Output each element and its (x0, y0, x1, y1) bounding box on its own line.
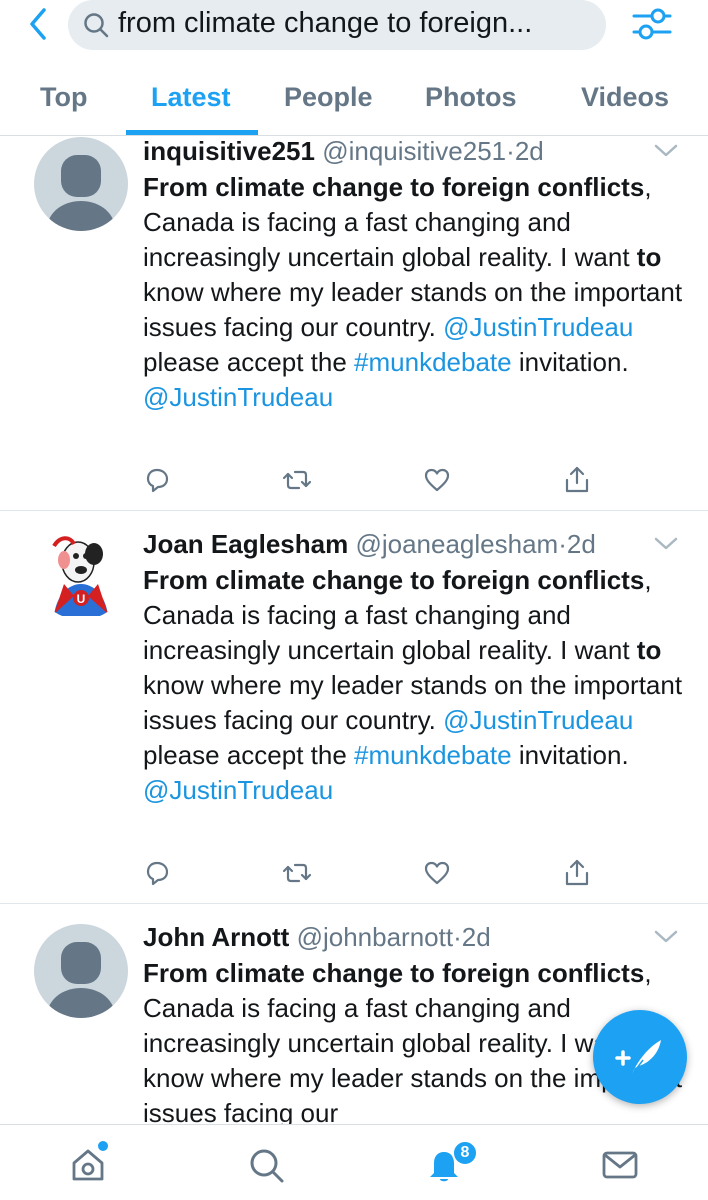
search-input[interactable]: from climate change to foreign... (68, 0, 606, 50)
search-icon (84, 13, 109, 38)
mention-link[interactable]: @JustinTrudeau (143, 382, 333, 412)
cartoon-dog-avatar-icon: U (52, 536, 108, 616)
svg-text:U: U (77, 592, 86, 606)
tweet-actions (142, 858, 602, 888)
bottom-navigation (0, 1124, 708, 1200)
default-avatar-icon (46, 942, 116, 1018)
retweet-icon[interactable] (282, 465, 312, 495)
separator-dot: · (506, 136, 515, 166)
tweet-author-handle[interactable]: @johnbarnott (297, 922, 454, 952)
top-bar: from climate change to foreign... (0, 0, 708, 50)
notification-count-badge: 8 (452, 1140, 478, 1166)
active-tab-indicator (126, 130, 258, 135)
tweet-author-name[interactable]: John Arnott (143, 922, 289, 952)
home-icon[interactable] (68, 1145, 108, 1185)
tweet-timestamp: 2d (566, 529, 596, 559)
tweet[interactable]: inquisitive251 @inquisitive251·2d From c… (0, 136, 708, 511)
avatar[interactable] (34, 137, 128, 231)
hashtag-link[interactable]: #munkdebate (354, 740, 512, 770)
avatar[interactable]: U (34, 526, 128, 620)
back-button[interactable] (22, 4, 58, 44)
search-nav-icon[interactable] (246, 1145, 286, 1185)
default-avatar-icon (46, 155, 116, 231)
mention-link[interactable]: @JustinTrudeau (143, 775, 333, 805)
search-tabs: Top Latest People Photos Videos (0, 72, 708, 136)
tab-videos[interactable]: Videos (581, 82, 669, 113)
chevron-left-icon (30, 8, 46, 40)
reply-icon[interactable] (142, 858, 172, 888)
avatar[interactable] (34, 924, 128, 1018)
separator-dot: · (558, 529, 567, 559)
tweet-actions (142, 465, 602, 495)
tab-people[interactable]: People (284, 82, 373, 113)
retweet-icon[interactable] (282, 858, 312, 888)
chevron-down-icon[interactable] (654, 143, 678, 159)
compose-tweet-button[interactable] (593, 1010, 687, 1104)
chevron-down-icon[interactable] (654, 929, 678, 945)
like-heart-icon[interactable] (422, 858, 452, 888)
separator-dot: · (453, 922, 462, 952)
new-content-dot (98, 1141, 108, 1151)
chevron-down-icon[interactable] (654, 536, 678, 552)
share-icon[interactable] (562, 465, 592, 495)
mention-link[interactable]: @JustinTrudeau (443, 312, 633, 342)
mention-link[interactable]: @JustinTrudeau (443, 705, 633, 735)
hashtag-link[interactable]: #munkdebate (354, 347, 512, 377)
tweet-author-name[interactable]: inquisitive251 (143, 136, 315, 166)
tweet-timestamp: 2d (514, 136, 544, 166)
tweet-text: From climate change to foreign conflicts… (143, 172, 683, 412)
search-filter-button[interactable] (630, 4, 674, 44)
like-heart-icon[interactable] (422, 465, 452, 495)
compose-quill-icon (615, 1040, 661, 1077)
tweet-timestamp: 2d (461, 922, 491, 952)
tweet-author-name[interactable]: Joan Eaglesham (143, 529, 348, 559)
tab-latest[interactable]: Latest (151, 82, 231, 113)
tweet-author-handle[interactable]: @inquisitive251 (322, 136, 506, 166)
tweet-text: From climate change to foreign conflicts… (143, 565, 683, 805)
reply-icon[interactable] (142, 465, 172, 495)
tab-top[interactable]: Top (40, 82, 87, 113)
search-query: from climate change to foreign... (118, 7, 533, 39)
messages-envelope-icon[interactable] (600, 1145, 640, 1185)
sliders-icon (632, 8, 672, 40)
tweet[interactable]: U Joan Eaglesham @joaneaglesham·2d From … (0, 511, 708, 904)
tweet-author-handle[interactable]: @joaneaglesham (355, 529, 558, 559)
tab-photos[interactable]: Photos (425, 82, 517, 113)
share-icon[interactable] (562, 858, 592, 888)
